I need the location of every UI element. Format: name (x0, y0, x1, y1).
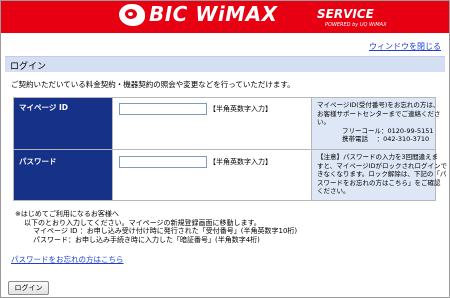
password-input[interactable] (119, 156, 207, 168)
mypage-id-label: マイページ ID (14, 98, 112, 149)
header-banner: BIC WiMAX SERVICE POWERED by UQ WiMAX (1, 1, 449, 33)
info-line: スワードをお忘れの方はこちら」をご確認 (317, 178, 441, 187)
password-field-cell: 【半角英数字入力】 (113, 150, 311, 200)
info-line: お客様サポートセンターまでご連絡くださ (317, 109, 441, 118)
info-line: フリーコール：0120-99-5151 (342, 126, 434, 135)
first-time-note: ※はじめてご利用になるお客様へ 以下のとおり入力してください。マイページの新規登… (15, 210, 297, 245)
note-line: マイページ ID ：お申し込み受け付け時に発行された「受付番号」(半角英数字10… (33, 227, 298, 236)
info-line: 【注意】パスワードの入力を3回間違えま (317, 153, 439, 161)
intro-text: ご契約いただいている料金契約・機器契約の照会や変更などを行っていただけます。 (11, 80, 295, 89)
mypage-id-info: マイページID(受付番号)をお忘れの方は、 お客様サポートセンターまでご連絡くだ… (312, 98, 441, 149)
page-title: ログイン (10, 62, 47, 72)
mypage-id-field-cell: 【半角英数字入力】 (113, 98, 311, 149)
section-header: ログイン (5, 56, 445, 72)
info-line: きなくなります。ロック解除は、下記の「パ (317, 170, 447, 178)
forgot-password-link[interactable]: パスワードをお忘れの方はこちら (11, 254, 124, 265)
password-label: パスワード (14, 150, 112, 200)
note-line: パスワード：お申し込み手続き時に入力した「暗証番号」(半角数字4桁) (33, 236, 260, 245)
logo-powered-text: POWERED by UQ WiMAX (325, 22, 387, 28)
logo-service-text: SERVICE (317, 7, 374, 21)
password-row: パスワード 【半角英数字入力】 【注意】パスワードの入力を3回間違えま すと、マ… (14, 150, 447, 200)
logo-main-text: BIC WiMAX (149, 2, 278, 26)
note-line: ※はじめてご利用になるお客様へ (15, 210, 119, 218)
info-line: ください。 (317, 187, 350, 195)
mypage-id-hint: 【半角英数字入力】 (209, 105, 272, 113)
info-line: すと、マイページIDがロックされログインで (317, 161, 448, 170)
info-line: い。 (317, 118, 330, 126)
wimax-swirl-icon (119, 4, 145, 26)
login-window: BIC WiMAX SERVICE POWERED by UQ WiMAX ウィ… (0, 0, 450, 298)
login-button[interactable]: ログイン (8, 281, 49, 295)
login-form: マイページ ID 【半角英数字入力】 マイページID(受付番号)をお忘れの方は、… (13, 97, 447, 201)
mypage-id-input[interactable] (119, 103, 207, 115)
info-line: 携帯電話 ：042-310-3710 (342, 135, 430, 143)
password-info: 【注意】パスワードの入力を3回間違えま すと、マイページIDがロックされログイン… (312, 150, 447, 200)
close-window-link[interactable]: ウィンドウを閉じる (369, 41, 441, 52)
mypage-id-row: マイページ ID 【半角英数字入力】 マイページID(受付番号)をお忘れの方は、… (14, 98, 441, 149)
password-hint: 【半角英数字入力】 (209, 158, 272, 166)
info-line: マイページID(受付番号)をお忘れの方は、 (317, 101, 440, 109)
